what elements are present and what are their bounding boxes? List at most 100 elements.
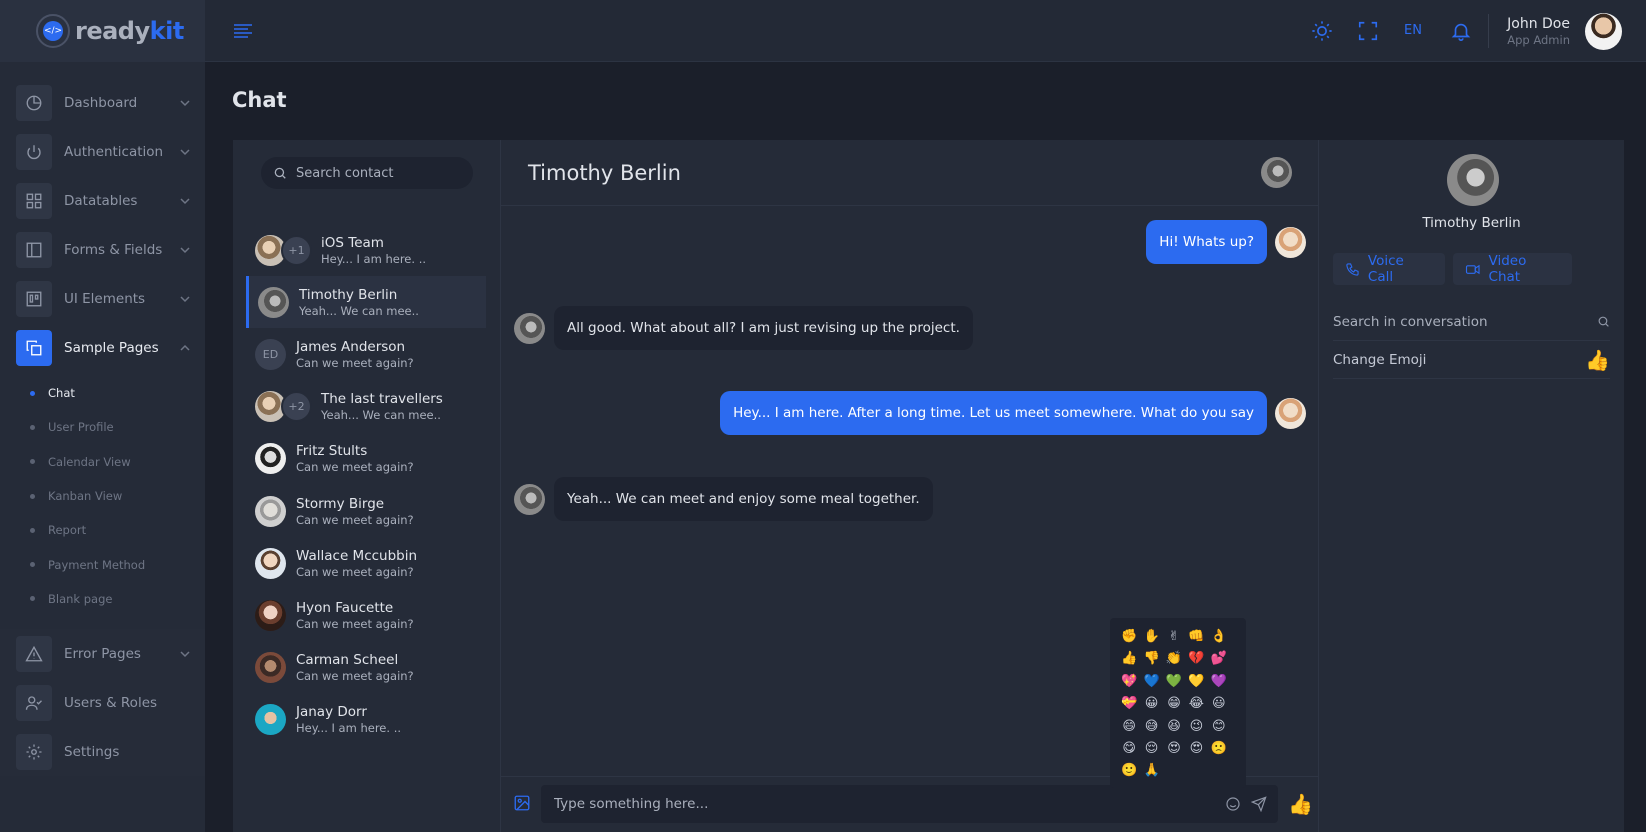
trello-icon — [16, 280, 52, 317]
message-row: Hi! Whats up? — [1146, 220, 1306, 264]
sidebar-subitem-report[interactable]: Report — [0, 513, 205, 547]
search-input[interactable] — [296, 165, 456, 181]
sidebar-item-authentication[interactable]: Authentication — [0, 127, 205, 176]
emoji-option[interactable]: 😁 — [1163, 693, 1185, 715]
emoji-option[interactable]: 💛 — [1185, 671, 1207, 693]
contact-item[interactable]: +2 The last travellers Yeah... We can mee… — [233, 381, 501, 433]
subitem-label: Calendar View — [48, 454, 131, 469]
emoji-option[interactable]: ✌ — [1163, 626, 1185, 648]
avatar[interactable] — [1261, 157, 1292, 188]
emoji-option[interactable]: 😀 — [1140, 693, 1162, 715]
emoji-option[interactable]: 💚 — [1163, 671, 1185, 693]
contact-item[interactable]: Hyon Faucette Can we meet again? — [233, 589, 501, 641]
chevron-down-icon — [180, 99, 190, 106]
sidebar-item-sample-pages[interactable]: Sample Pages — [0, 323, 205, 372]
emoji-option[interactable]: 😌 — [1140, 738, 1162, 760]
emoji-option[interactable]: 💔 — [1185, 648, 1207, 670]
contact-item[interactable]: Carman Scheel Can we meet again? — [233, 642, 501, 694]
emoji-option[interactable]: 😃 — [1208, 693, 1230, 715]
emoji-option[interactable]: ✊ — [1118, 626, 1140, 648]
search-in-conversation-label[interactable]: Search in conversation — [1333, 314, 1597, 330]
emoji-option[interactable]: 💙 — [1140, 671, 1162, 693]
sidebar-subitem-blank-page[interactable]: Blank page — [0, 582, 205, 616]
emoji-option[interactable]: 😊 — [1208, 716, 1230, 738]
menu-toggle-icon[interactable] — [233, 23, 253, 39]
change-emoji-row[interactable]: Change Emoji 👍 — [1333, 341, 1610, 379]
sidebar-item-users-roles[interactable]: Users & Roles — [0, 678, 205, 727]
emoji-option[interactable]: 🙏 — [1140, 760, 1162, 782]
thumbs-up-send-button[interactable]: 👍 — [1288, 792, 1313, 816]
sidebar-item-label: Dashboard — [64, 94, 138, 111]
sidebar-item-error-pages[interactable]: Error Pages — [0, 629, 205, 678]
contact-item[interactable]: Stormy Birge Can we meet again? — [233, 485, 501, 537]
avatar — [255, 495, 286, 527]
smile-icon[interactable] — [1225, 796, 1241, 812]
image-icon[interactable] — [513, 794, 531, 812]
phone-icon — [1346, 262, 1359, 276]
profile-panel: Timothy Berlin Voice Call Video Chat Sea… — [1319, 140, 1624, 832]
emoji-option[interactable]: 😅 — [1140, 716, 1162, 738]
emoji-option[interactable]: 💝 — [1118, 693, 1140, 715]
logo[interactable]: </> readykit — [0, 0, 205, 62]
message-input-box[interactable] — [541, 785, 1278, 823]
sidebar-subitem-calendar-view[interactable]: Calendar View — [0, 445, 205, 479]
avatar[interactable] — [1585, 13, 1622, 50]
emoji-option[interactable]: 😉 — [1185, 716, 1207, 738]
sidebar-subitem-user-profile[interactable]: User Profile — [0, 410, 205, 444]
sidebar-item-settings[interactable]: Settings — [0, 727, 205, 776]
emoji-option[interactable]: 😂 — [1185, 693, 1207, 715]
contact-item[interactable]: Janay Dorr Hey... I am here. .. — [233, 694, 501, 746]
conversation-search[interactable]: Search in conversation — [1333, 303, 1610, 341]
search-icon[interactable] — [1597, 315, 1610, 328]
language-selector[interactable]: EN — [1404, 23, 1422, 38]
sidebar-item-forms-fields[interactable]: Forms & Fields — [0, 225, 205, 274]
emoji-option[interactable]: 💕 — [1208, 648, 1230, 670]
sidebar-item-dashboard[interactable]: Dashboard — [0, 78, 205, 127]
brand-name: readykit — [75, 17, 184, 45]
contact-item[interactable]: Wallace Mccubbin Can we meet again? — [233, 537, 501, 589]
bell-icon[interactable] — [1450, 20, 1472, 42]
sidebar-item-datatables[interactable]: Datatables — [0, 176, 205, 225]
contact-item[interactable]: Fritz Stults Can we meet again? — [233, 433, 501, 485]
voice-call-button[interactable]: Voice Call — [1333, 253, 1445, 285]
video-chat-button[interactable]: Video Chat — [1453, 253, 1572, 285]
emoji-option[interactable]: 😄 — [1118, 716, 1140, 738]
warning-icon — [16, 635, 52, 672]
sidebar-layout-icon — [16, 231, 52, 268]
message-input[interactable] — [554, 796, 1174, 812]
contact-name: The last travellers — [321, 391, 443, 408]
sun-icon[interactable] — [1311, 20, 1333, 42]
emoji-option[interactable]: 👍 — [1118, 648, 1140, 670]
emoji-option[interactable]: 👎 — [1140, 648, 1162, 670]
emoji-option[interactable]: ✋ — [1140, 626, 1162, 648]
current-emoji[interactable]: 👍 — [1585, 348, 1610, 372]
message-bubble: All good. What about all? I am just revi… — [554, 306, 973, 350]
contact-item[interactable]: +1 iOS Team Hey... I am here. .. — [233, 224, 501, 276]
emoji-option[interactable]: 😆 — [1163, 716, 1185, 738]
send-icon[interactable] — [1251, 796, 1267, 812]
emoji-option[interactable]: 🙂 — [1118, 760, 1140, 782]
sidebar-subitem-kanban-view[interactable]: Kanban View — [0, 479, 205, 513]
emoji-option[interactable]: 🙁 — [1208, 738, 1230, 760]
contact-preview: Can we meet again? — [296, 355, 414, 370]
emoji-option[interactable]: 😋 — [1118, 738, 1140, 760]
emoji-option[interactable]: 😍 — [1163, 738, 1185, 760]
emoji-option[interactable]: 💜 — [1208, 671, 1230, 693]
contact-item[interactable]: Timothy Berlin Yeah... We can mee.. — [246, 276, 486, 329]
emoji-option[interactable]: 😍 — [1185, 738, 1207, 760]
emoji-option[interactable]: 👏 — [1163, 648, 1185, 670]
contact-item[interactable]: ED James Anderson Can we meet again? — [233, 328, 501, 380]
fullscreen-icon[interactable] — [1357, 20, 1379, 42]
emoji-option[interactable]: 💖 — [1118, 671, 1140, 693]
sidebar-subitem-payment-method[interactable]: Payment Method — [0, 547, 205, 581]
contact-search[interactable] — [261, 157, 473, 189]
user-name[interactable]: John Doe — [1507, 16, 1570, 32]
sidebar-subitem-chat[interactable]: Chat — [0, 376, 205, 410]
emoji-option[interactable]: 👊 — [1185, 626, 1207, 648]
avatar — [1275, 226, 1306, 258]
sidebar-item-ui-elements[interactable]: UI Elements — [0, 274, 205, 323]
conversation-title: Timothy Berlin — [528, 160, 681, 185]
group-avatar: +2 — [255, 391, 313, 423]
emoji-option[interactable]: 👌 — [1208, 626, 1230, 648]
contact-name: Carman Scheel — [296, 652, 399, 669]
